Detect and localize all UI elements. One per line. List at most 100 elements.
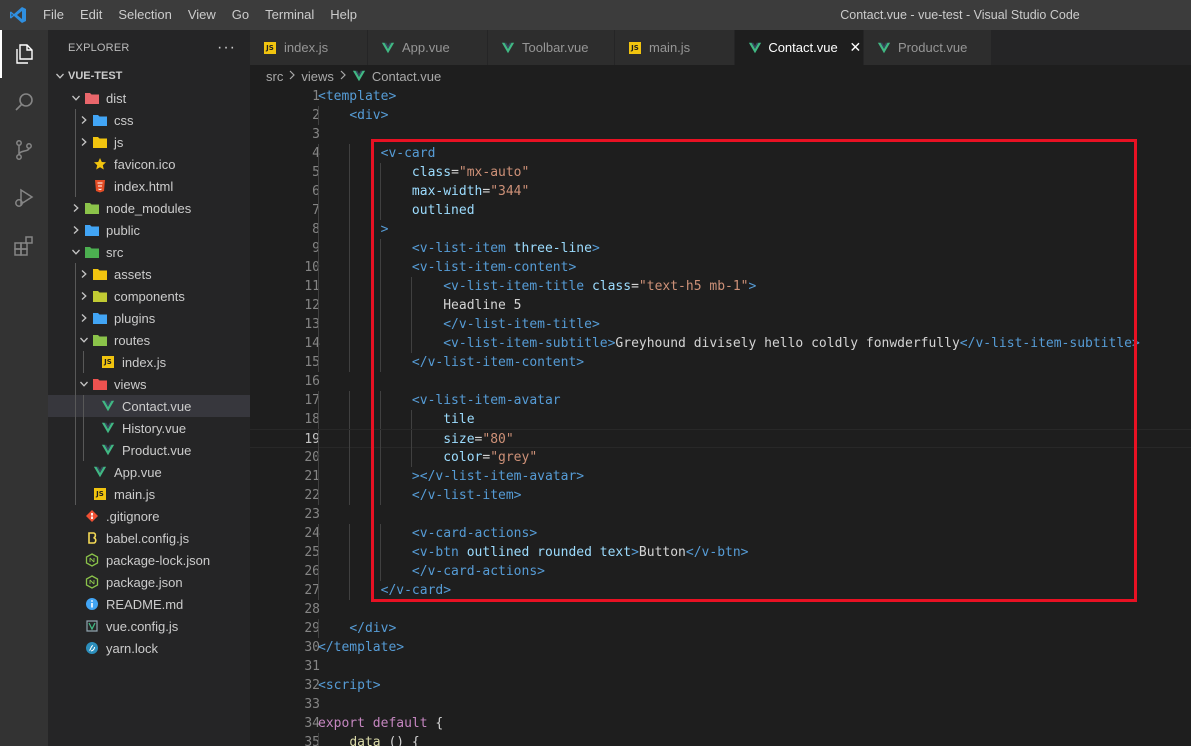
explorer-icon[interactable] xyxy=(0,30,48,78)
tree-file[interactable]: Product.vue xyxy=(48,439,250,461)
code-line[interactable]: 35 data () { xyxy=(250,733,1191,746)
code-line[interactable]: 14 <v-list-item-subtitle>Greyhound divis… xyxy=(250,334,1191,353)
tree-folder[interactable]: routes xyxy=(48,329,250,351)
code-line[interactable]: 2 <div> xyxy=(250,106,1191,125)
tree-folder[interactable]: css xyxy=(48,109,250,131)
code-line[interactable]: 23 xyxy=(250,505,1191,524)
tree-folder[interactable]: dist xyxy=(48,87,250,109)
tree-file[interactable]: favicon.ico xyxy=(48,153,250,175)
tree-file[interactable]: package-lock.json xyxy=(48,549,250,571)
chevron-down-icon[interactable] xyxy=(52,65,68,87)
tree-file[interactable]: JS index.js xyxy=(48,351,250,373)
tab-main-js[interactable]: JS main.js xyxy=(615,30,735,65)
code-line[interactable]: 13 </v-list-item-title> xyxy=(250,315,1191,334)
code-line[interactable]: 19 size="80" xyxy=(250,429,1191,449)
chevron-down-icon[interactable] xyxy=(68,87,84,109)
code-line[interactable]: 12 Headline 5 xyxy=(250,296,1191,315)
tree-file[interactable]: README.md xyxy=(48,593,250,615)
tree-file[interactable]: Contact.vue xyxy=(48,395,250,417)
tree-folder[interactable]: src xyxy=(48,241,250,263)
code-line[interactable]: 31 xyxy=(250,657,1191,676)
chevron-down-icon[interactable] xyxy=(68,241,84,263)
menu-file[interactable]: File xyxy=(35,0,72,30)
menu-selection[interactable]: Selection xyxy=(110,0,179,30)
chevron-right-icon[interactable] xyxy=(76,285,92,307)
explorer-root-folder[interactable]: VUE-TEST xyxy=(48,65,250,87)
tree-file[interactable]: History.vue xyxy=(48,417,250,439)
run-debug-icon[interactable] xyxy=(0,174,48,222)
chevron-down-icon[interactable] xyxy=(76,373,92,395)
code-line[interactable]: 29 </div> xyxy=(250,619,1191,638)
code-line[interactable]: 6 max-width="344" xyxy=(250,182,1191,201)
tab-toolbar-vue[interactable]: Toolbar.vue xyxy=(488,30,615,65)
tree-file[interactable]: index.html xyxy=(48,175,250,197)
search-icon[interactable] xyxy=(0,78,48,126)
code-line[interactable]: 33 xyxy=(250,695,1191,714)
tree-file[interactable]: JS main.js xyxy=(48,483,250,505)
tree-file[interactable]: package.json xyxy=(48,571,250,593)
code-line[interactable]: 21 ></v-list-item-avatar> xyxy=(250,467,1191,486)
tree-folder[interactable]: views xyxy=(48,373,250,395)
line-number: 34 xyxy=(304,716,320,731)
code-line[interactable]: 9 <v-list-item three-line> xyxy=(250,239,1191,258)
breadcrumb-item[interactable]: src xyxy=(266,69,283,84)
code-line[interactable]: 7 outlined xyxy=(250,201,1191,220)
code-line[interactable]: 4 <v-card xyxy=(250,144,1191,163)
code-editor[interactable]: 1 <template> 2 <div> 3 4 <v-card 5 class="mx-… xyxy=(250,87,1191,746)
tab-index-js[interactable]: JS index.js xyxy=(250,30,368,65)
tree-file[interactable]: .gitignore xyxy=(48,505,250,527)
indent-guide xyxy=(83,351,84,373)
menu-edit[interactable]: Edit xyxy=(72,0,110,30)
code-line[interactable]: 24 <v-card-actions> xyxy=(250,524,1191,543)
code-line[interactable]: 15 </v-list-item-content> xyxy=(250,353,1191,372)
code-line[interactable]: 3 xyxy=(250,125,1191,144)
code-line[interactable]: 5 class="mx-auto" xyxy=(250,163,1191,182)
chevron-right-icon[interactable] xyxy=(68,197,84,219)
code-line[interactable]: 22 </v-list-item> xyxy=(250,486,1191,505)
chevron-right-icon[interactable] xyxy=(76,307,92,329)
tree-file[interactable]: babel.config.js xyxy=(48,527,250,549)
code-line[interactable]: 10 <v-list-item-content> xyxy=(250,258,1191,277)
code-line[interactable]: 8 > xyxy=(250,220,1191,239)
breadcrumb-item[interactable]: views xyxy=(301,69,334,84)
tree-folder[interactable]: js xyxy=(48,131,250,153)
code-line[interactable]: 32 <script> xyxy=(250,676,1191,695)
menu-view[interactable]: View xyxy=(180,0,224,30)
code-line[interactable]: 30 </template> xyxy=(250,638,1191,657)
code-line[interactable]: 28 xyxy=(250,600,1191,619)
code-line[interactable]: 26 </v-card-actions> xyxy=(250,562,1191,581)
chevron-right-icon[interactable] xyxy=(76,109,92,131)
code-line[interactable]: 27 </v-card> xyxy=(250,581,1191,600)
code-line[interactable]: 25 <v-btn outlined rounded text>Button</… xyxy=(250,543,1191,562)
tree-folder[interactable]: node_modules xyxy=(48,197,250,219)
tab-product-vue[interactable]: Product.vue xyxy=(864,30,992,65)
tab-contact-vue[interactable]: Contact.vue ✕ xyxy=(735,30,864,65)
tree-folder[interactable]: assets xyxy=(48,263,250,285)
tree-file[interactable]: vue.config.js xyxy=(48,615,250,637)
tab-app-vue[interactable]: App.vue xyxy=(368,30,488,65)
chevron-right-icon[interactable] xyxy=(68,219,84,241)
code-line[interactable]: 16 xyxy=(250,372,1191,391)
menu-help[interactable]: Help xyxy=(322,0,365,30)
close-tab-icon[interactable]: ✕ xyxy=(848,39,863,56)
chevron-right-icon[interactable] xyxy=(76,263,92,285)
source-control-icon[interactable] xyxy=(0,126,48,174)
tree-folder[interactable]: plugins xyxy=(48,307,250,329)
extensions-icon[interactable] xyxy=(0,222,48,270)
chevron-down-icon[interactable] xyxy=(76,329,92,351)
tree-file[interactable]: App.vue xyxy=(48,461,250,483)
tree-folder[interactable]: components xyxy=(48,285,250,307)
code-line[interactable]: 18 tile xyxy=(250,410,1191,429)
code-line[interactable]: 34 export default { xyxy=(250,714,1191,733)
chevron-right-icon[interactable] xyxy=(76,131,92,153)
menu-terminal[interactable]: Terminal xyxy=(257,0,322,30)
tree-folder[interactable]: public xyxy=(48,219,250,241)
code-line[interactable]: 17 <v-list-item-avatar xyxy=(250,391,1191,410)
menu-go[interactable]: Go xyxy=(224,0,257,30)
code-line[interactable]: 11 <v-list-item-title class="text-h5 mb-… xyxy=(250,277,1191,296)
code-line[interactable]: 20 color="grey" xyxy=(250,448,1191,467)
breadcrumb-item[interactable]: Contact.vue xyxy=(372,69,441,84)
code-line[interactable]: 1 <template> xyxy=(250,87,1191,106)
tree-file[interactable]: yarn.lock xyxy=(48,637,250,659)
more-actions-icon[interactable]: ··· xyxy=(217,39,236,57)
